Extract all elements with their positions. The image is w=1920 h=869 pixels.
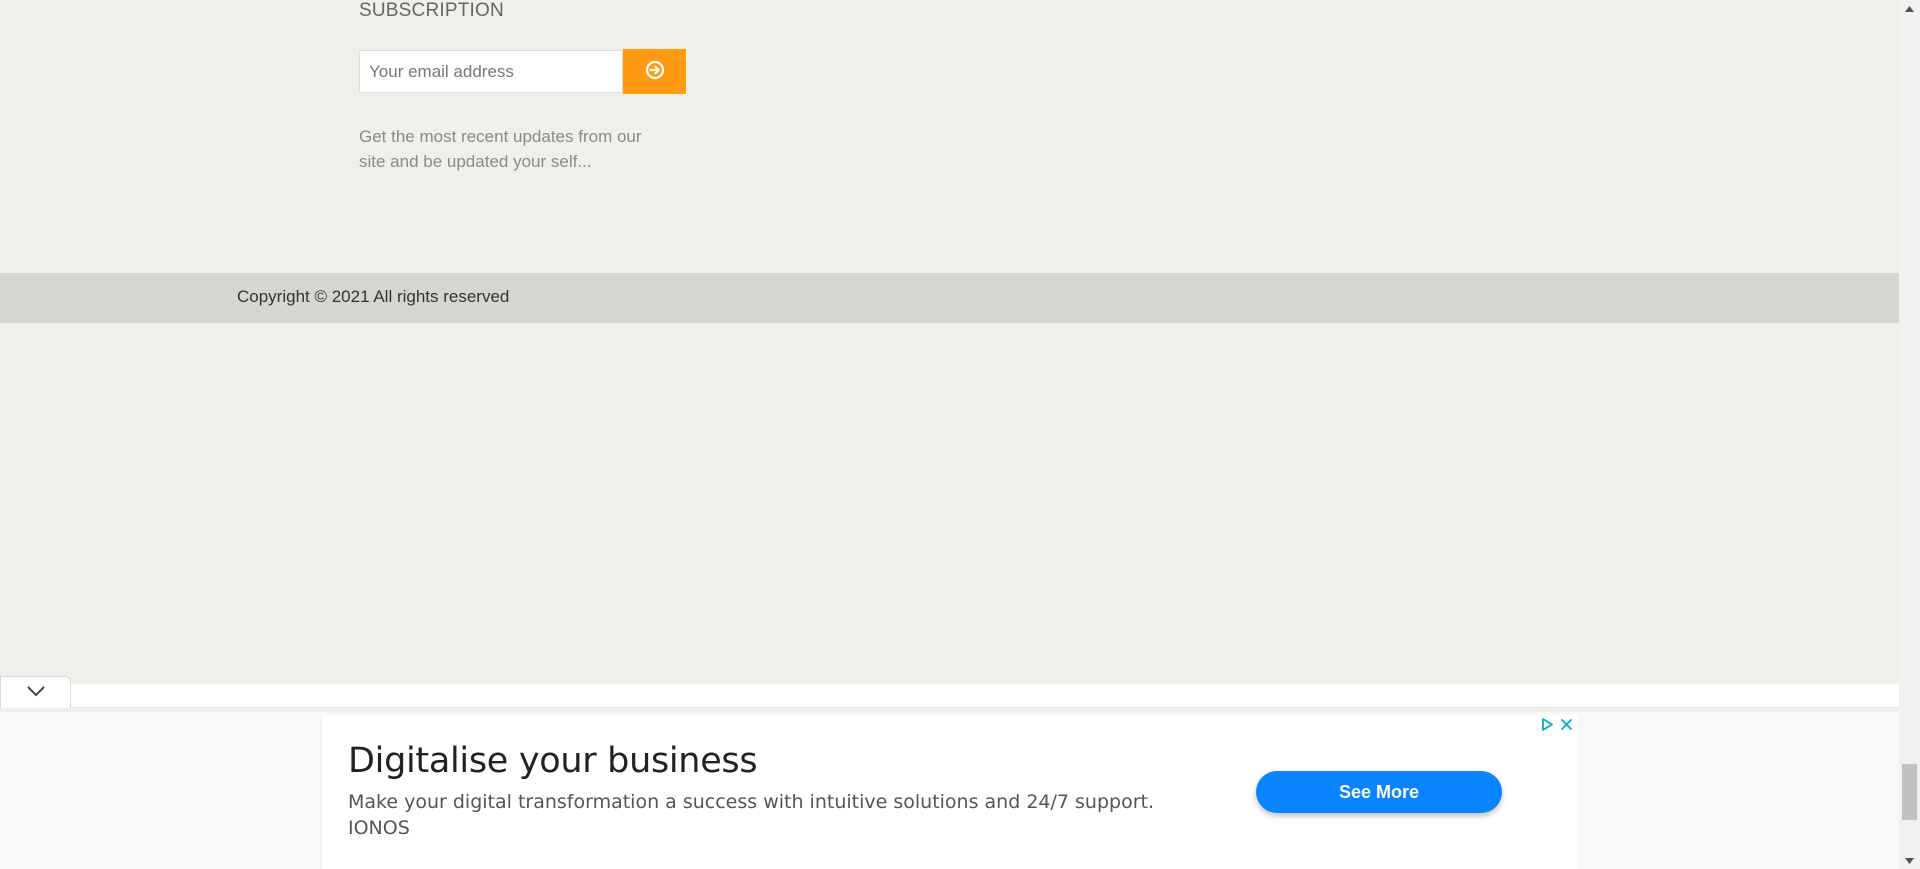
scrollbar-thumb[interactable]: [1902, 764, 1917, 820]
ad-choices: [1540, 717, 1574, 732]
ad-toggle-strip: [0, 684, 1899, 708]
ad-headline[interactable]: Digitalise your business: [348, 741, 758, 781]
scroll-down-arrow-icon[interactable]: [1899, 852, 1920, 869]
subscription-title: SUBSCRIPTION: [359, 0, 504, 21]
footer-bar: Copyright © 2021 All rights reserved: [0, 273, 1899, 323]
chevron-down-icon: [26, 684, 46, 702]
arrow-circle-right-icon: [645, 60, 665, 83]
subscription-description: Get the most recent updates from our sit…: [359, 127, 642, 171]
scroll-up-arrow-icon[interactable]: [1899, 0, 1920, 17]
ad-card[interactable]: Digitalise your business Make your digit…: [321, 715, 1578, 869]
ad-choices-icon[interactable]: [1540, 717, 1555, 732]
ad-body: Make your digital transformation a succe…: [348, 791, 1155, 813]
ad-collapse-button[interactable]: [0, 676, 71, 708]
see-more-button[interactable]: See More: [1256, 771, 1502, 813]
ad-brand: IONOS: [348, 817, 410, 839]
copyright-text: Copyright © 2021 All rights reserved: [237, 287, 510, 306]
close-icon[interactable]: [1559, 717, 1574, 732]
page: SUBSCRIPTION Get the most recent updates…: [0, 0, 1899, 869]
subscribe-button[interactable]: [623, 49, 686, 94]
scrollbar[interactable]: [1899, 0, 1920, 869]
email-field[interactable]: [359, 50, 623, 93]
